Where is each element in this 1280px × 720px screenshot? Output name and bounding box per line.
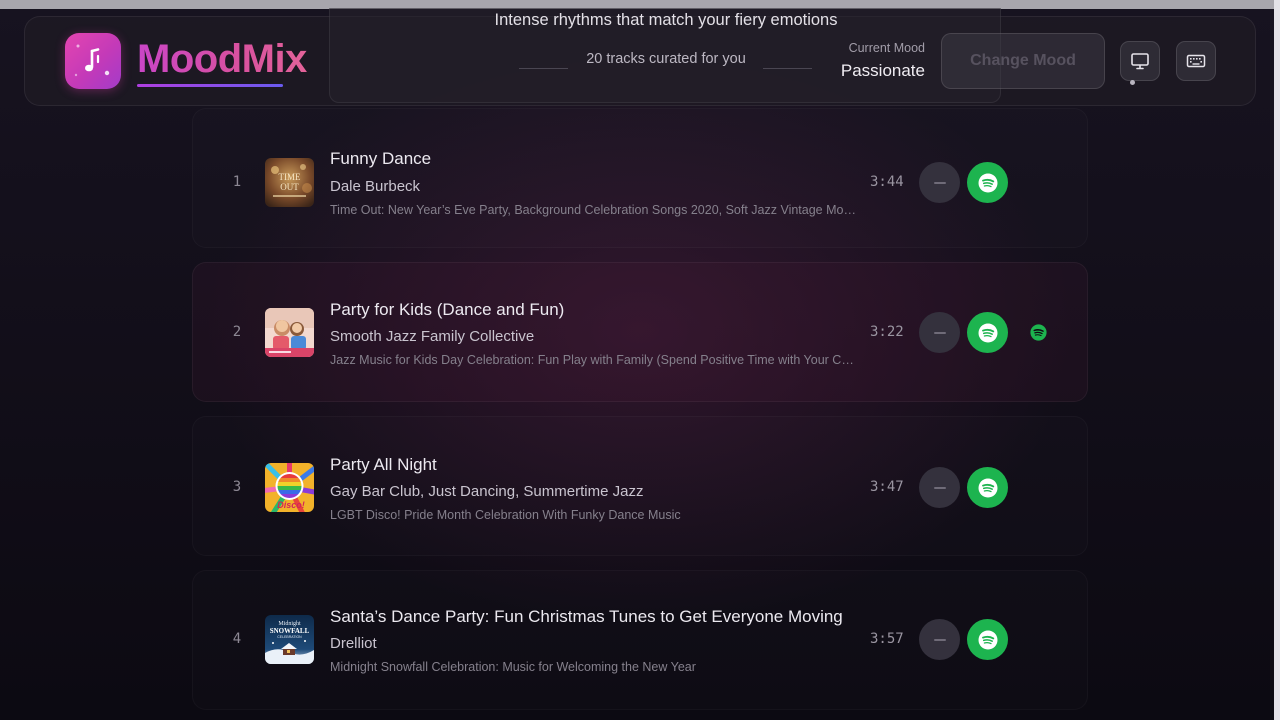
track-artist[interactable]: Dale Burbeck — [330, 178, 420, 195]
playlist-info-card: Intense rhythms that match your fiery em… — [329, 8, 1001, 103]
track-title[interactable]: Funny Dance — [330, 149, 431, 169]
track-duration: 3:44 — [870, 174, 904, 190]
remove-track-button[interactable] — [919, 467, 960, 508]
track-artist[interactable]: Smooth Jazz Family Collective — [330, 328, 534, 345]
open-in-spotify-button[interactable] — [967, 312, 1008, 353]
track-artist[interactable]: Gay Bar Club, Just Dancing, Summertime J… — [330, 483, 643, 500]
track-row[interactable]: 2 Party for Kids (Dance and Fun) Smooth … — [192, 262, 1088, 402]
spotify-icon — [978, 630, 997, 649]
open-in-spotify-button[interactable] — [967, 467, 1008, 508]
remove-track-button[interactable] — [919, 162, 960, 203]
minus-icon — [933, 331, 946, 334]
album-cover — [265, 308, 314, 357]
svg-text:Disco!: Disco! — [277, 500, 305, 510]
track-duration: 3:47 — [870, 479, 904, 495]
minus-icon — [933, 181, 946, 184]
album-cover: Disco! — [265, 463, 314, 512]
music-note-icon — [74, 44, 110, 77]
svg-text:SNOWFALL: SNOWFALL — [270, 627, 310, 635]
scrollbar[interactable] — [1274, 0, 1280, 720]
logo-underline — [137, 84, 283, 87]
active-indicator — [1130, 80, 1135, 85]
svg-text:OUT: OUT — [280, 182, 299, 192]
album-cover: Midnight SNOWFALL CELEBRATION — [265, 615, 314, 664]
spotify-icon — [978, 173, 997, 192]
album-cover: TIME OUT — [265, 158, 314, 207]
track-number: 4 — [232, 631, 242, 647]
app-header: MoodMix Intense rhythms that match your … — [24, 8, 1256, 106]
minus-icon — [933, 638, 946, 641]
track-artist[interactable]: Drelliot — [330, 635, 377, 652]
app-logo[interactable] — [65, 33, 121, 89]
change-mood-button[interactable]: Change Mood — [941, 33, 1105, 89]
spotify-icon[interactable] — [1030, 324, 1047, 341]
track-title[interactable]: Party All Night — [330, 455, 437, 475]
track-number: 1 — [232, 174, 242, 190]
open-in-spotify-button[interactable] — [967, 162, 1008, 203]
minus-icon — [933, 486, 946, 489]
track-row[interactable]: 1 TIME OUT Funny Dance Dale Burbeck Time… — [192, 108, 1088, 248]
keyboard-shortcuts-button[interactable] — [1176, 41, 1216, 81]
track-duration: 3:57 — [870, 631, 904, 647]
track-row[interactable]: 4 Midnight SNOWFALL CELEBRATION Santa’s … — [192, 570, 1088, 710]
track-row[interactable]: 3 Disco! Party All Night Gay Bar Club, J… — [192, 416, 1088, 556]
open-in-spotify-button[interactable] — [967, 619, 1008, 660]
spotify-icon — [978, 323, 997, 342]
svg-text:TIME: TIME — [279, 172, 301, 182]
display-mode-button[interactable] — [1120, 41, 1160, 81]
remove-track-button[interactable] — [919, 619, 960, 660]
monitor-icon — [1131, 53, 1149, 70]
keyboard-icon — [1186, 54, 1206, 68]
track-album[interactable]: Time Out: New Year’s Eve Party, Backgrou… — [330, 203, 856, 217]
track-duration: 3:22 — [870, 324, 904, 340]
track-title[interactable]: Santa’s Dance Party: Fun Christmas Tunes… — [330, 607, 843, 627]
track-title[interactable]: Party for Kids (Dance and Fun) — [330, 300, 564, 320]
app-name: MoodMix — [137, 37, 307, 81]
svg-text:CELEBRATION: CELEBRATION — [277, 635, 302, 639]
track-album[interactable]: Midnight Snowfall Celebration: Music for… — [330, 660, 856, 674]
divider — [519, 68, 568, 69]
remove-track-button[interactable] — [919, 312, 960, 353]
scrollbar-thumb[interactable] — [1274, 0, 1280, 720]
current-mood-label: Current Mood — [848, 41, 925, 55]
spotify-icon — [978, 478, 997, 497]
track-number: 3 — [232, 479, 242, 495]
current-mood-value: Passionate — [840, 61, 925, 80]
track-album[interactable]: LGBT Disco! Pride Month Celebration With… — [330, 508, 856, 522]
track-number: 2 — [232, 324, 242, 340]
track-album[interactable]: Jazz Music for Kids Day Celebration: Fun… — [330, 353, 856, 367]
mood-tagline: Intense rhythms that match your fiery em… — [494, 11, 838, 29]
